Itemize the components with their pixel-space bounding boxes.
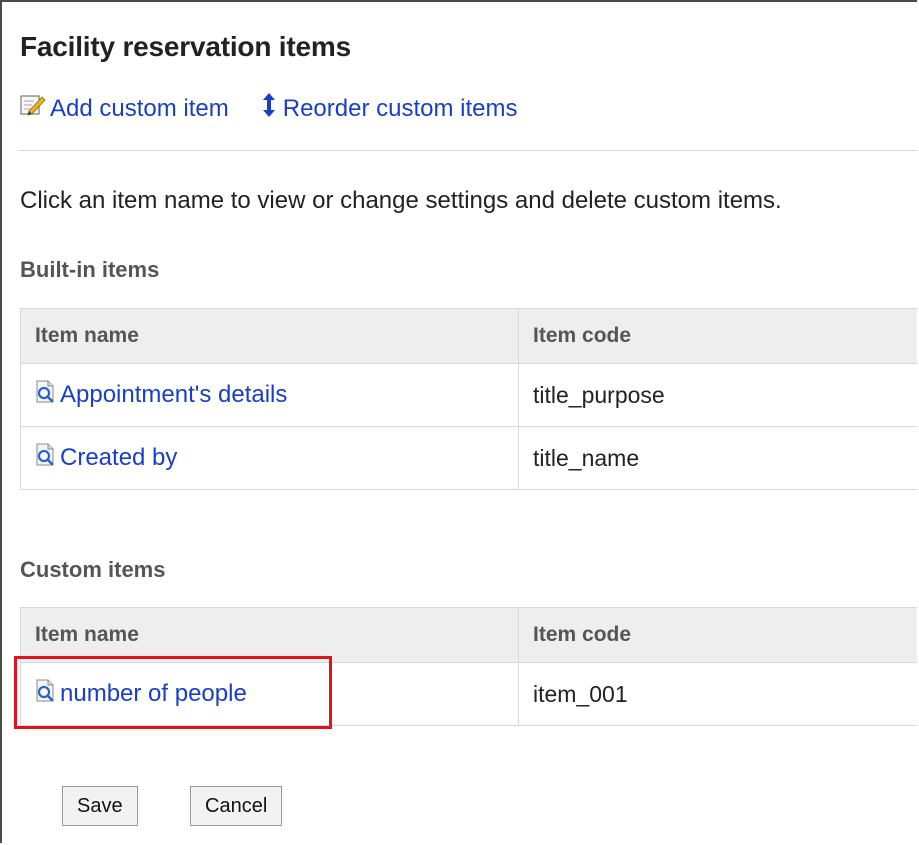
custom-items-heading: Custom items bbox=[20, 557, 166, 582]
item-link-created-by[interactable]: Created by bbox=[35, 443, 177, 474]
builtin-items-table: Item name Item code Appointment's detail… bbox=[20, 308, 917, 490]
item-name-label: Appointment's details bbox=[60, 381, 288, 408]
table-row: Created by title_name bbox=[20, 426, 917, 490]
divider bbox=[18, 150, 917, 151]
reorder-custom-items-label: Reorder custom items bbox=[282, 94, 518, 122]
item-code-cell: title_name bbox=[518, 426, 917, 490]
up-down-arrow-icon bbox=[259, 92, 279, 125]
column-header-item-code: Item code bbox=[518, 308, 917, 364]
item-code-cell: item_001 bbox=[518, 662, 917, 726]
builtin-items-heading: Built-in items bbox=[20, 257, 160, 282]
magnifier-document-icon bbox=[35, 380, 57, 411]
page-title: Facility reservation items bbox=[20, 31, 351, 62]
table-row: number of people item_001 bbox=[20, 662, 917, 726]
custom-items-table: Item name Item code number of people ite… bbox=[20, 607, 917, 726]
reorder-custom-items-link[interactable]: Reorder custom items bbox=[259, 92, 518, 125]
description-text: Click an item name to view or change set… bbox=[20, 187, 782, 214]
column-header-item-name: Item name bbox=[20, 308, 519, 364]
cancel-button[interactable]: Cancel bbox=[190, 786, 283, 826]
magnifier-document-icon bbox=[35, 443, 57, 474]
column-header-item-code: Item code bbox=[518, 607, 917, 663]
item-name-label: Created by bbox=[60, 444, 178, 471]
item-name-cell: Created by bbox=[20, 426, 519, 490]
save-button[interactable]: Save bbox=[62, 786, 138, 826]
app-panel: Facility reservation items Add custom it… bbox=[0, 0, 917, 843]
item-link-number-of-people[interactable]: number of people bbox=[35, 679, 247, 710]
item-code-cell: title_purpose bbox=[518, 363, 917, 427]
item-link-appointments-details[interactable]: Appointment's details bbox=[35, 380, 287, 411]
add-custom-item-link[interactable]: Add custom item bbox=[20, 93, 229, 124]
magnifier-document-icon bbox=[35, 679, 57, 710]
item-name-cell: Appointment's details bbox=[20, 363, 519, 427]
action-bar: Add custom item Reorder custom items bbox=[20, 92, 517, 125]
add-custom-item-label: Add custom item bbox=[50, 94, 229, 122]
edit-note-icon bbox=[20, 93, 46, 124]
column-header-item-name: Item name bbox=[20, 607, 519, 663]
item-name-cell: number of people bbox=[20, 662, 519, 726]
table-header-row: Item name Item code bbox=[20, 607, 917, 663]
item-name-label: number of people bbox=[60, 680, 247, 707]
table-header-row: Item name Item code bbox=[20, 308, 917, 364]
table-row: Appointment's details title_purpose bbox=[20, 363, 917, 427]
